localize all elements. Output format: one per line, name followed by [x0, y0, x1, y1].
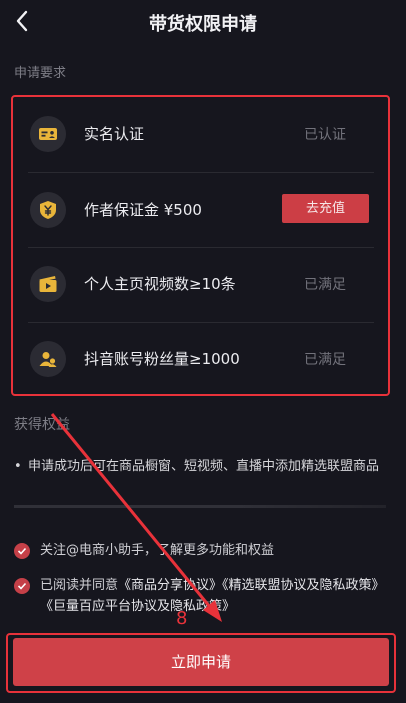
agreement-checkbox[interactable]	[14, 578, 30, 594]
requirement-label: 实名认证	[84, 125, 145, 143]
requirement-row-real-name: 实名认证 已认证	[28, 98, 374, 173]
requirement-row-deposit: 作者保证金 ¥500 去充值	[28, 174, 374, 249]
agreement-link-alliance[interactable]: 《精选联盟协议及隐私政策》	[222, 578, 385, 593]
recharge-button[interactable]: 去充值	[282, 194, 369, 223]
requirement-label: 抖音账号粉丝量≥1000	[84, 350, 240, 368]
checkmark-icon	[17, 582, 27, 590]
requirement-row-video-count: 个人主页视频数≥10条 已满足	[28, 248, 374, 323]
faded-text-line	[14, 500, 386, 514]
apply-button[interactable]: 立即申请	[13, 638, 389, 686]
requirement-status: 已满足	[304, 352, 346, 368]
bullet-icon: •	[14, 459, 22, 474]
divider	[28, 172, 374, 173]
annotation-step-number: 8	[176, 608, 188, 629]
follow-checkbox[interactable]	[14, 543, 30, 559]
requirement-status: 已认证	[304, 127, 346, 143]
requirement-row-followers: 抖音账号粉丝量≥1000 已满足	[28, 323, 374, 398]
shield-yen-icon	[30, 192, 66, 228]
id-card-icon	[30, 116, 66, 152]
page-title: 带货权限申请	[149, 14, 257, 35]
agreement-text: 已阅读并同意《商品分享协议》《精选联盟协议及隐私政策》《巨量百应平台协议及隐私政…	[40, 575, 392, 617]
benefits-section-label: 获得权益	[14, 417, 70, 433]
benefit-text: 申请成功后可在商品橱窗、短视频、直播中添加精选联盟商品	[28, 459, 380, 474]
top-bar: 带货权限申请	[0, 0, 406, 46]
benefit-item: • 申请成功后可在商品橱窗、短视频、直播中添加精选联盟商品	[14, 456, 384, 477]
video-clapper-icon	[30, 266, 66, 302]
users-icon	[30, 341, 66, 377]
agreement-link-baiying[interactable]: 《巨量百应平台协议及隐私政策》	[40, 599, 235, 614]
follow-option-text: 关注@电商小助手，了解更多功能和权益	[40, 543, 275, 558]
agreement-link-product-share[interactable]: 《商品分享协议》	[118, 578, 222, 593]
requirement-label: 个人主页视频数≥10条	[84, 275, 236, 293]
requirement-label: 作者保证金 ¥500	[84, 201, 202, 219]
agreement-prefix: 已阅读并同意	[40, 578, 119, 593]
checkmark-icon	[17, 547, 27, 555]
requirements-section-label: 申请要求	[14, 66, 67, 81]
requirement-status: 已满足	[304, 277, 346, 293]
